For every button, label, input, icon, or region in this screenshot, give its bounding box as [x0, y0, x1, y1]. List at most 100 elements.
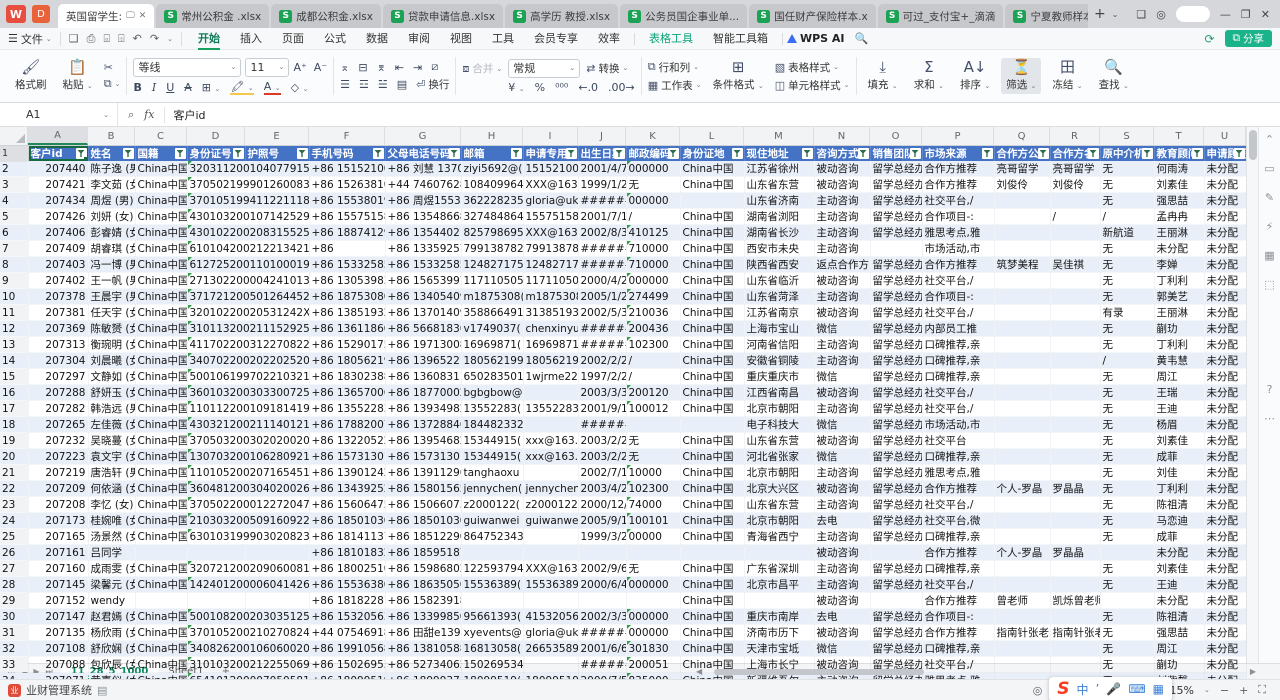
cell[interactable]: 微信	[814, 369, 870, 385]
cell[interactable]: xyevents@	[461, 625, 523, 641]
cell[interactable]	[523, 385, 578, 401]
cell[interactable]: 留学总经办	[870, 513, 922, 529]
cell[interactable]: 去电	[814, 513, 870, 529]
cell[interactable]: 630103199903020823	[187, 529, 309, 545]
filter-button[interactable]: ⏳ 筛选 ⌄	[1001, 58, 1041, 94]
cell[interactable]: 358866491	[461, 305, 523, 321]
cell[interactable]: 吕同学	[88, 545, 135, 561]
menu-tab-工具[interactable]: 工具	[482, 28, 524, 50]
cell[interactable]: 370105199411221118	[187, 193, 309, 209]
cell[interactable]	[1050, 609, 1100, 625]
cell[interactable]: 410125	[626, 225, 680, 241]
column-header-T[interactable]: T	[1154, 127, 1204, 145]
cell[interactable]: 无	[1100, 257, 1154, 273]
cell[interactable]	[187, 545, 245, 561]
header-cell-客户id[interactable]: 客户id	[28, 146, 88, 161]
cell[interactable]: 未分配	[1204, 193, 1246, 209]
cell[interactable]: +86 1851229020	[385, 529, 461, 545]
cell[interactable]: China中国	[680, 561, 744, 577]
row-number[interactable]: 6	[0, 225, 28, 241]
filter-dropdown-icon[interactable]	[1142, 148, 1153, 159]
sort-button[interactable]: A↓ 排序 ⌄	[955, 58, 995, 94]
cell[interactable]	[1050, 561, 1100, 577]
cell[interactable]: 江苏省徐州	[744, 161, 814, 177]
row-number[interactable]: 1	[0, 146, 28, 161]
cell[interactable]	[626, 545, 680, 561]
cell[interactable]: 王丽淋	[1154, 305, 1204, 321]
cell[interactable]: 刘素佳	[1154, 177, 1204, 193]
cell[interactable]: 留学总经办	[870, 625, 922, 641]
cell[interactable]: v1749037(	[461, 321, 523, 337]
cell[interactable]: 200051	[626, 657, 680, 673]
align-middle-icon[interactable]: ⊟	[358, 61, 367, 74]
cell[interactable]	[994, 321, 1050, 337]
cell[interactable]: 河北省张家	[744, 449, 814, 465]
cell[interactable]: m1875308(	[523, 289, 578, 305]
cell[interactable]: China中国	[135, 561, 187, 577]
cell[interactable]: 郭美艺	[1154, 289, 1204, 305]
cell[interactable]: 未分配	[1204, 497, 1246, 513]
cell[interactable]: 未分配	[1204, 609, 1246, 625]
cell[interactable]	[994, 241, 1050, 257]
justify-icon[interactable]: ▤	[397, 78, 407, 91]
cell[interactable]	[578, 593, 626, 609]
menu-tab-效率[interactable]: 效率	[588, 28, 630, 50]
cell[interactable]: 13552283(	[461, 401, 523, 417]
cell[interactable]: China中国	[680, 433, 744, 449]
grid-tools-icon[interactable]: ▦	[1264, 249, 1274, 262]
cell[interactable]: 310103200212255069	[187, 657, 309, 673]
cell[interactable]	[994, 225, 1050, 241]
select-all-corner[interactable]	[0, 127, 28, 145]
horizontal-scrollbar-thumb[interactable]	[714, 669, 924, 675]
cell[interactable]: 207282	[28, 401, 88, 417]
cell[interactable]: 吴佳祺	[1050, 257, 1100, 273]
cell[interactable]: 313851932	[523, 305, 578, 321]
cell[interactable]: +86 18056219	[309, 353, 385, 369]
cell[interactable]: 曾老师	[994, 593, 1050, 609]
cell[interactable]: +86 52734062	[385, 657, 461, 673]
formula-input[interactable]: 客户id	[164, 107, 1280, 123]
row-number[interactable]: 29	[0, 593, 28, 609]
merge-button[interactable]: ⧈合并 ⌄	[462, 61, 502, 76]
document-tab[interactable]: 英国留学生:🖵✕	[58, 4, 154, 28]
cell[interactable]: jennychen(	[461, 481, 523, 497]
cell[interactable]	[245, 545, 309, 561]
cell[interactable]: 102300	[626, 481, 680, 497]
cell[interactable]: 文静如 (女	[88, 369, 135, 385]
print-icon[interactable]: ⌻	[103, 32, 110, 46]
cell[interactable]: 100101	[626, 513, 680, 529]
cell[interactable]: 留学总经办	[870, 305, 922, 321]
cell[interactable]: 207173	[28, 513, 88, 529]
cell[interactable]: +86 18874129	[309, 225, 385, 241]
cell[interactable]: 000000	[626, 161, 680, 177]
cell[interactable]: 207223	[28, 449, 88, 465]
minimize-button[interactable]: —	[1220, 8, 1231, 21]
column-header-G[interactable]: G	[385, 127, 461, 145]
cell[interactable]: +86 18302388	[309, 369, 385, 385]
cell[interactable]: 未分配	[1204, 385, 1246, 401]
cell[interactable]: 舒妍玉 (女	[88, 385, 135, 401]
document-tab[interactable]: S国任财产保险样本.x	[749, 4, 876, 28]
cell[interactable]: 10000	[626, 465, 680, 481]
file-menu[interactable]: ☰ 文件 ⌄	[8, 31, 52, 47]
cell[interactable]: 湖南省长沙	[744, 225, 814, 241]
cell[interactable]: tanghaoxu	[461, 465, 523, 481]
cell[interactable]: China中国	[680, 465, 744, 481]
cell[interactable]: 丁利利	[1154, 481, 1204, 497]
cell[interactable]: 未分配	[1204, 465, 1246, 481]
cell[interactable]: 汤景然 (女	[88, 529, 135, 545]
cell[interactable]: /	[626, 209, 680, 225]
ime-mic-icon[interactable]: 🎤	[1106, 682, 1121, 696]
cell[interactable]: 2003/2/2	[578, 433, 626, 449]
cell[interactable]: 合作项目-:	[922, 209, 994, 225]
row-number[interactable]: 31	[0, 625, 28, 641]
cell[interactable]: 未分配	[1204, 593, 1246, 609]
cell[interactable]: China中国	[680, 209, 744, 225]
cell[interactable]: 王晨宇 (男	[88, 289, 135, 305]
cell[interactable]: 社交平台,/	[922, 385, 994, 401]
cell[interactable]: +86 15026953	[309, 657, 385, 673]
clear-format-button[interactable]: ◇ ⌄	[291, 81, 309, 94]
cell[interactable]: +86 13053983	[309, 273, 385, 289]
cell[interactable]: +86 15575158	[309, 209, 385, 225]
cell[interactable]: 未分配	[1204, 513, 1246, 529]
